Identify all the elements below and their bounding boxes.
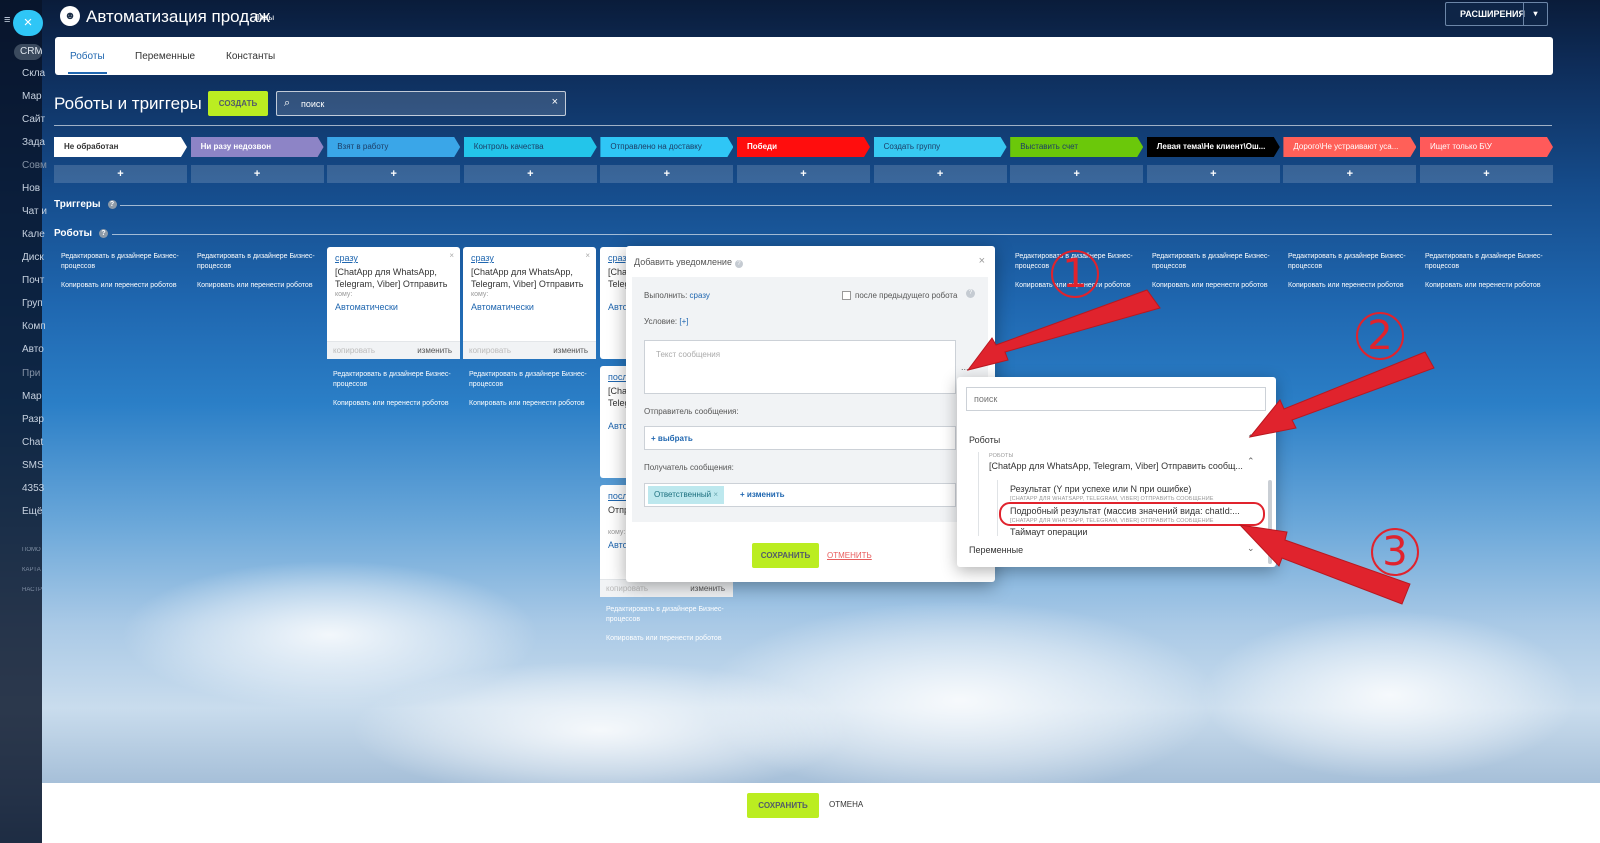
annotation-number-2: 2 [1356, 312, 1404, 360]
arrow-1 [966, 289, 1161, 371]
bottom-action-bar [42, 783, 1600, 843]
annotation-layer [966, 289, 1435, 605]
annotation-number-3: 3 [1371, 528, 1419, 576]
save-button[interactable]: СОХРАНИТЬ [747, 793, 819, 818]
highlight-box [999, 502, 1265, 526]
arrow-2 [1248, 351, 1435, 438]
cancel-button[interactable]: ОТМЕНА [829, 800, 863, 809]
annotation-number-1: 1 [1051, 250, 1099, 298]
